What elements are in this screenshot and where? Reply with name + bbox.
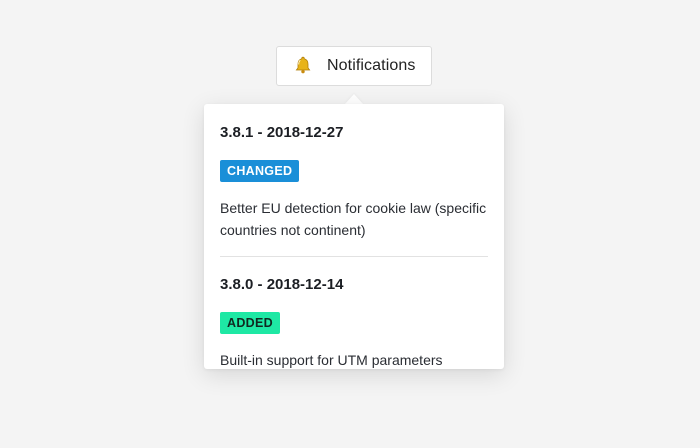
divider <box>220 256 488 257</box>
entry-description: Built-in support for UTM parameters <box>220 352 443 368</box>
notifications-popover: 3.8.1 - 2018-12-27 CHANGED Better EU det… <box>204 104 504 369</box>
entry-description: Better EU detection for cookie law (spec… <box>220 200 487 238</box>
popover-arrow <box>345 94 363 104</box>
bell-icon <box>293 55 313 75</box>
entry-version: 3.8.1 - 2018-12-27 <box>220 124 344 141</box>
changelog-entry: 3.8.0 - 2018-12-14 ADDED Built-in suppor… <box>220 276 488 369</box>
added-badge: ADDED <box>220 312 280 334</box>
notifications-button[interactable]: Notifications <box>276 46 432 86</box>
entry-version: 3.8.0 - 2018-12-14 <box>220 276 344 293</box>
changed-badge: CHANGED <box>220 160 300 182</box>
changelog-entry: 3.8.1 - 2018-12-27 CHANGED Better EU det… <box>220 124 488 241</box>
notifications-button-label: Notifications <box>327 57 416 74</box>
page: Notifications 3.8.1 - 2018-12-27 CHANGED… <box>0 0 700 448</box>
